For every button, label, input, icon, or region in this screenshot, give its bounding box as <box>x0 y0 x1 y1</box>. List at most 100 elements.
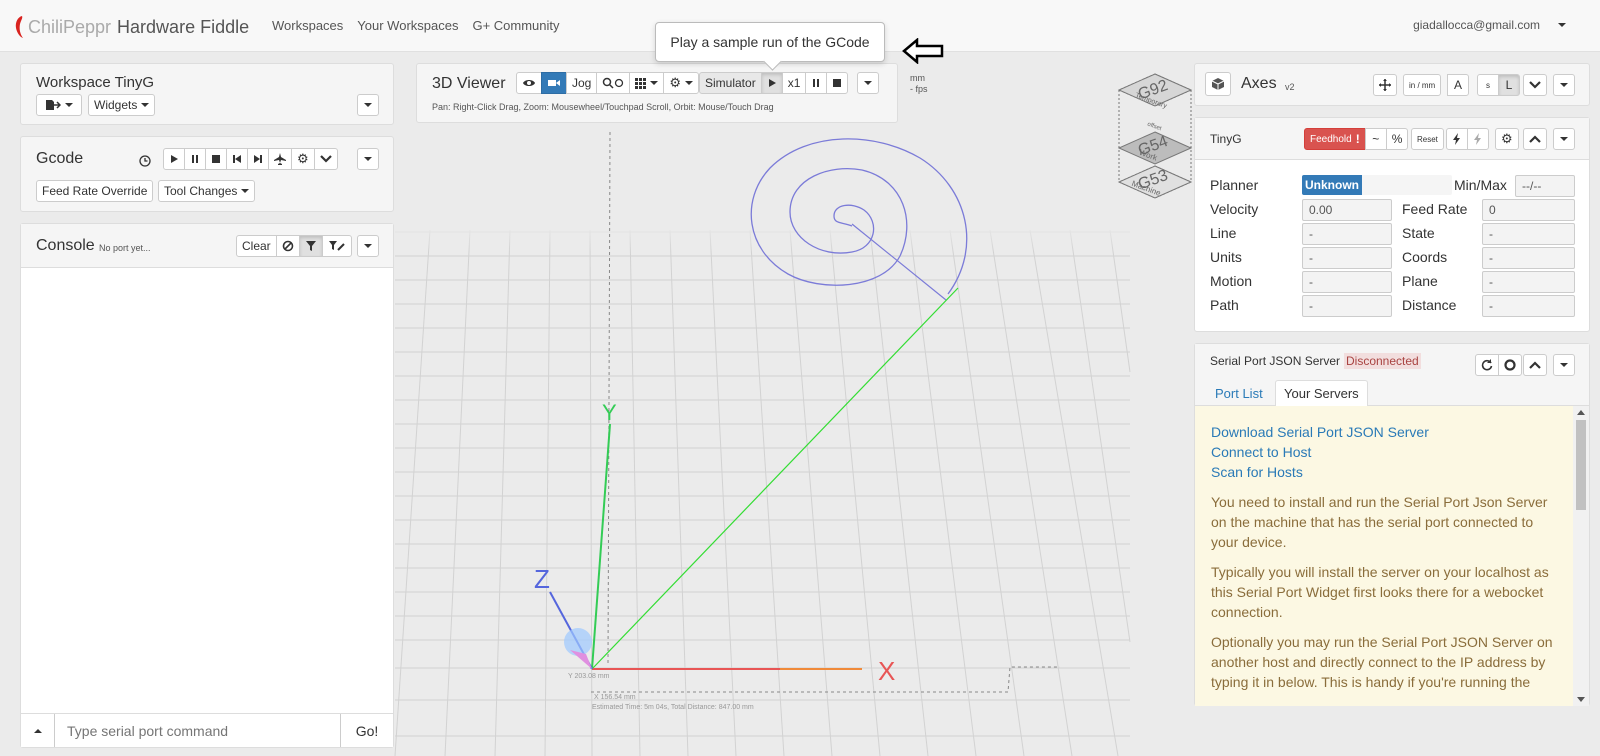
connect-to-host-link[interactable]: Connect to Host <box>1211 444 1311 460</box>
console-clear-button[interactable]: Clear <box>236 235 277 257</box>
download-server-link[interactable]: Download Serial Port JSON Server <box>1211 424 1429 440</box>
serial-collapse-button[interactable] <box>1523 354 1547 376</box>
lightning-button[interactable] <box>1446 128 1468 150</box>
chevron-up-icon <box>1529 361 1541 369</box>
viewer-eye-button[interactable] <box>516 72 542 94</box>
tinyg-row-label2: State <box>1402 225 1435 241</box>
serial-refresh-button[interactable] <box>1475 354 1499 376</box>
chevron-down-icon <box>1560 137 1568 141</box>
tab-port-list[interactable]: Port List <box>1215 386 1263 401</box>
axis-z-label: Z <box>534 564 550 594</box>
axes-units-toggle[interactable]: in / mm <box>1403 74 1442 96</box>
widgets-dropdown[interactable]: Widgets <box>88 94 156 116</box>
serial-menu-button[interactable] <box>1553 354 1575 376</box>
console-go-button[interactable]: Go! <box>340 714 393 747</box>
scroll-down-icon[interactable] <box>1577 697 1585 702</box>
feedhold-button[interactable]: Feedhold! <box>1304 128 1366 150</box>
gcode-pause-button[interactable] <box>184 148 206 170</box>
resume-button[interactable]: ~ <box>1364 128 1387 150</box>
offset-sublabel: offset <box>1146 122 1162 133</box>
tinyg-row-value2: - <box>1482 295 1575 317</box>
console-filter-edit-button[interactable] <box>321 235 352 257</box>
gear-icon: ⚙ <box>1501 131 1513 146</box>
tinyg-row-value2: - <box>1482 223 1575 245</box>
simulator-speed-button[interactable]: x1 <box>781 72 807 94</box>
gcode-panel: Gcode ⚙ Feed Rate Override Tool Changes <box>20 136 394 212</box>
console-menu-button[interactable] <box>357 235 379 257</box>
workspace-menu-button[interactable] <box>357 94 379 116</box>
viewer-jog-button[interactable]: Jog <box>566 72 598 94</box>
console-title: Console <box>36 237 95 254</box>
viewer-camera-button[interactable] <box>541 72 567 94</box>
tool-position-marker <box>564 628 592 656</box>
gcode-stop-button[interactable] <box>205 148 227 170</box>
gcode-collapse-button[interactable] <box>313 148 338 170</box>
gcode-step-back-button[interactable] <box>226 148 248 170</box>
gcode-menu-button[interactable] <box>357 148 379 170</box>
feed-rate-override-button[interactable]: Feed Rate Override <box>36 180 154 202</box>
tinyg-settings-button[interactable]: ⚙ <box>1495 128 1519 150</box>
brand[interactable]: ChiliPeppr Hardware Fiddle <box>14 15 249 39</box>
viewer-settings-dropdown[interactable]: ⚙ <box>663 72 700 94</box>
simulator-tooltip: Play a sample run of the GCode <box>655 22 885 62</box>
queue-flush-button[interactable]: % <box>1385 128 1409 150</box>
tab-your-servers[interactable]: Your Servers <box>1275 380 1368 407</box>
estimate-label: Estimated Time: 5m 04s, Total Distance: … <box>592 704 754 711</box>
serial-scrollbar-thumb[interactable] <box>1576 420 1586 510</box>
viewer-zoom-button[interactable] <box>596 72 631 94</box>
console-block-button[interactable] <box>275 235 300 257</box>
user-menu[interactable]: giadallocca@gmail.com <box>1413 18 1566 32</box>
serial-scrollbar[interactable] <box>1573 406 1589 706</box>
axes-toggle-group: A <box>1447 74 1469 96</box>
axes-cube-button[interactable] <box>1205 72 1231 96</box>
viewer-grid-dropdown[interactable] <box>629 72 665 94</box>
tinyg-row-label2: Plane <box>1402 273 1438 289</box>
axes-l-button[interactable]: L <box>1498 74 1520 96</box>
reset-button[interactable]: Reset <box>1411 128 1444 150</box>
gcode-plane-button[interactable] <box>268 148 292 170</box>
tool-changes-dropdown[interactable]: Tool Changes <box>158 180 256 202</box>
viewer-menu-button[interactable] <box>857 72 879 94</box>
simulator-play-button[interactable] <box>760 72 783 94</box>
console-filter-button[interactable] <box>298 235 323 257</box>
viewer-units: mm <box>910 73 925 83</box>
gcode-settings-button[interactable]: ⚙ <box>291 148 315 170</box>
axes-a-button[interactable]: A <box>1447 74 1469 96</box>
tinyg-row-value2: 0 <box>1482 199 1575 221</box>
work-envelope <box>591 131 1060 693</box>
tinyg-header: TinyG Feedhold! ~ % Reset ⚙ <box>1195 118 1589 160</box>
step-backward-icon <box>233 155 241 163</box>
lightning-alt-button[interactable] <box>1467 128 1489 150</box>
console-history-button[interactable] <box>21 714 55 747</box>
axis-y-label: Y <box>602 400 617 425</box>
chevron-down-icon <box>364 157 372 161</box>
tinyg-row-value2: - <box>1482 271 1575 293</box>
tinyg-menu-button[interactable] <box>1553 128 1575 150</box>
axes-s-button[interactable]: s <box>1477 74 1499 96</box>
serial-power-button[interactable] <box>1498 354 1522 376</box>
console-command-input[interactable] <box>55 714 340 747</box>
tinyg-collapse-button[interactable] <box>1523 128 1547 150</box>
widgets-label: Widgets <box>94 98 138 112</box>
workspace-file-button[interactable] <box>36 94 82 116</box>
simulator-pause-button[interactable] <box>805 72 828 94</box>
gcode-controls: ⚙ <box>163 148 338 170</box>
axes-home-button[interactable] <box>1373 74 1397 96</box>
coordinate-system-cube[interactable]: G92 Temporary offset G54 Work G53 Machin… <box>1115 70 1195 205</box>
simulator-toolbar: Simulator x1 <box>699 72 849 94</box>
chevron-down-icon <box>319 155 332 163</box>
chili-pepper-icon <box>15 16 23 38</box>
gcode-play-button[interactable] <box>163 148 185 170</box>
chevron-up-icon <box>33 728 42 733</box>
scan-for-hosts-link[interactable]: Scan for Hosts <box>1211 464 1303 480</box>
axes-menu-button[interactable] <box>1553 74 1575 96</box>
simulator-stop-button[interactable] <box>826 72 849 94</box>
scroll-up-icon[interactable] <box>1577 410 1585 415</box>
cube-icon <box>1211 78 1225 90</box>
nav-link-your-workspaces[interactable]: Your Workspaces <box>357 18 458 33</box>
nav-link-community[interactable]: G+ Community <box>472 18 559 33</box>
simulator-label: Simulator <box>699 72 762 94</box>
axes-collapse-button[interactable] <box>1523 74 1547 96</box>
nav-link-workspaces[interactable]: Workspaces <box>272 18 343 33</box>
gcode-step-forward-button[interactable] <box>247 148 269 170</box>
